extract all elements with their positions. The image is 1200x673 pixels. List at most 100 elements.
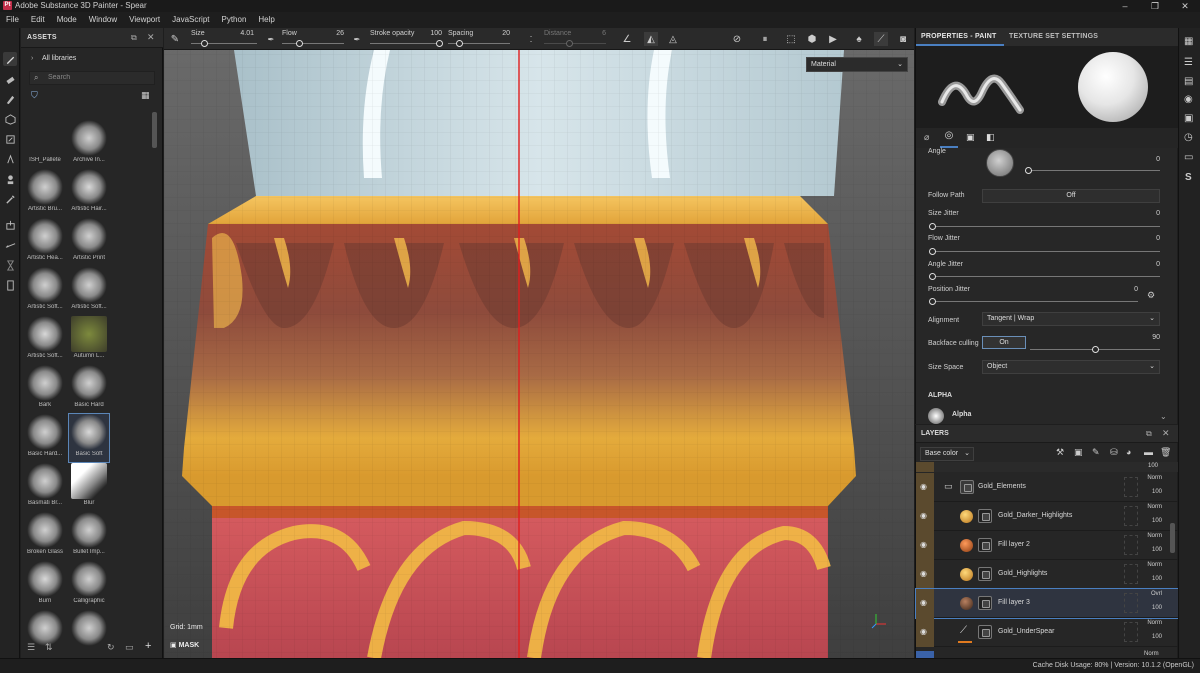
- asset-item[interactable]: Artistic Soft...: [25, 267, 65, 315]
- paint-brush-tool-icon[interactable]: [3, 52, 17, 66]
- symmetry-icon[interactable]: ◭: [644, 32, 658, 46]
- asset-item[interactable]: Artistic Soft...: [25, 316, 65, 364]
- brush-settings-icon[interactable]: ⌀: [924, 132, 929, 143]
- symmetry-options-icon[interactable]: ◬: [666, 32, 680, 46]
- bake-tool-icon[interactable]: [3, 218, 17, 232]
- angle-slider[interactable]: [1026, 170, 1160, 171]
- eye-visibility-icon[interactable]: ◉: [916, 589, 934, 618]
- size-slider-knob[interactable]: [201, 40, 208, 47]
- layer-effects-slot[interactable]: [1124, 506, 1138, 526]
- brush-mode-icon[interactable]: ⟋: [874, 32, 888, 46]
- grid-icon[interactable]: ▦: [1184, 36, 1193, 47]
- layer-blend-mode[interactable]: Norm: [1147, 533, 1162, 539]
- alpha-thumbnail[interactable]: [928, 408, 944, 424]
- stamp-tool-icon[interactable]: [3, 172, 17, 186]
- layer-opacity[interactable]: 100: [1152, 518, 1162, 524]
- layer-mask-thumbnail[interactable]: [978, 567, 992, 581]
- chevron-right-icon[interactable]: ›: [31, 55, 33, 62]
- flow-slider-knob[interactable]: [296, 40, 303, 47]
- fill-layer-thumbnail[interactable]: [960, 597, 973, 610]
- assets-scrollbar[interactable]: [152, 112, 157, 148]
- tab-properties-paint[interactable]: PROPERTIES - PAINT: [921, 33, 996, 40]
- undock-icon[interactable]: ⧉: [1146, 429, 1152, 439]
- projection-tool-icon[interactable]: [3, 92, 17, 106]
- eye-visibility-icon[interactable]: ◉: [916, 560, 934, 589]
- layer-effects-slot[interactable]: [1124, 477, 1138, 497]
- stroke-opacity-knob[interactable]: [436, 40, 443, 47]
- selection-icon[interactable]: ⬚: [784, 32, 798, 46]
- document-icon[interactable]: [3, 278, 17, 292]
- distance-slider[interactable]: [544, 43, 606, 44]
- pen-pressure-icon-2[interactable]: ✒: [350, 32, 364, 46]
- flow-value[interactable]: 26: [322, 30, 344, 37]
- search-input[interactable]: [48, 74, 148, 81]
- layer-opacity[interactable]: 100: [1152, 547, 1162, 553]
- angle-jitter-value[interactable]: 0: [1136, 261, 1160, 268]
- distance-value[interactable]: 6: [584, 30, 606, 37]
- asset-item[interactable]: Artistic Print: [69, 218, 109, 266]
- flow-jitter-value[interactable]: 0: [1136, 235, 1160, 242]
- eye-visibility-icon[interactable]: ◉: [916, 502, 934, 531]
- layer-name[interactable]: Fill layer 3: [998, 599, 1030, 606]
- asset-item[interactable]: Basmati Br...: [25, 463, 65, 511]
- list-icon[interactable]: ☰: [1184, 57, 1193, 68]
- flow-jitter-knob[interactable]: [929, 248, 936, 255]
- cube-icon[interactable]: ⬢: [805, 32, 819, 46]
- size-jitter-value[interactable]: 0: [1136, 210, 1160, 217]
- asset-item[interactable]: Artistic Soft...: [69, 267, 109, 315]
- folder-mask-thumbnail[interactable]: [960, 480, 974, 494]
- maximize-button[interactable]: ❐: [1140, 0, 1170, 12]
- pause-icon[interactable]: ⏸: [758, 32, 772, 46]
- add-fill-layer-icon[interactable]: ⛁: [1110, 447, 1118, 458]
- layers-icon[interactable]: ▤: [1184, 76, 1193, 87]
- layer-mask-thumbnail[interactable]: [978, 596, 992, 610]
- eye-visibility-icon[interactable]: ◉: [916, 473, 934, 502]
- asset-item[interactable]: Artistic Hair...: [69, 169, 109, 217]
- stroke-settings-icon[interactable]: ◎: [940, 130, 958, 148]
- camera-icon[interactable]: ▶: [826, 32, 840, 46]
- tab-texture-set-settings[interactable]: TEXTURE SET SETTINGS: [1009, 33, 1098, 40]
- screenshot-camera-icon[interactable]: ◙: [896, 32, 910, 46]
- color-picker-tool-icon[interactable]: [3, 192, 17, 206]
- grid-view-icon[interactable]: ▦: [141, 90, 150, 101]
- menu-viewport[interactable]: Viewport: [123, 13, 166, 27]
- distance-slider-knob[interactable]: [566, 40, 573, 47]
- symmetry-angle-icon[interactable]: ∠: [620, 32, 634, 46]
- stroke-opacity-slider[interactable]: [370, 43, 442, 44]
- layer-opacity[interactable]: 100: [1152, 489, 1162, 495]
- hourglass-icon[interactable]: [3, 258, 17, 272]
- refresh-icon[interactable]: ↻: [107, 642, 115, 653]
- asset-item[interactable]: ISH_Pallete: [25, 120, 65, 168]
- smudge-tool-icon[interactable]: [3, 132, 17, 146]
- menu-edit[interactable]: Edit: [25, 13, 51, 27]
- layer-blend-mode[interactable]: Norm: [1147, 504, 1162, 510]
- asset-item[interactable]: Basic Soft: [68, 413, 110, 463]
- position-jitter-slider[interactable]: [932, 301, 1138, 302]
- asset-item[interactable]: Broken Glass: [25, 512, 65, 560]
- layer-row[interactable]: ◉ Fill layer 2 Norm 100: [916, 531, 1178, 560]
- spacing-slider-knob[interactable]: [456, 40, 463, 47]
- folder-icon[interactable]: ▭: [944, 481, 953, 492]
- angle-slider-knob[interactable]: [1025, 167, 1032, 174]
- position-jitter-value[interactable]: 0: [1114, 286, 1138, 293]
- asset-item[interactable]: Autumn L...: [69, 316, 109, 364]
- add-folder-icon[interactable]: ▬: [1144, 447, 1153, 457]
- angle-dial[interactable]: [986, 149, 1014, 177]
- random-seed-icon[interactable]: ⚙: [1147, 290, 1155, 301]
- layer-row[interactable]: ◉ Gold_Darker_Highlights Norm 100: [916, 502, 1178, 531]
- asset-item[interactable]: Archive In...: [69, 120, 109, 168]
- globe-icon[interactable]: ◉: [1184, 94, 1193, 105]
- close-panel-icon[interactable]: ✕: [147, 32, 155, 43]
- layer-name[interactable]: Fill layer 2: [998, 541, 1030, 548]
- size-jitter-slider[interactable]: [932, 226, 1160, 227]
- layer-effects-slot[interactable]: [1124, 564, 1138, 584]
- menu-file[interactable]: File: [0, 13, 25, 27]
- layer-opacity[interactable]: 100: [1148, 463, 1158, 469]
- 3d-viewport[interactable]: [164, 28, 914, 658]
- spacing-value[interactable]: 20: [488, 30, 510, 37]
- asset-item[interactable]: Artistic Bru...: [25, 169, 65, 217]
- angle-jitter-slider[interactable]: [932, 276, 1160, 277]
- layer-effects-slot[interactable]: [1124, 593, 1138, 613]
- lazy-mouse-icon[interactable]: ⁚: [524, 32, 538, 46]
- flow-jitter-slider[interactable]: [932, 251, 1160, 252]
